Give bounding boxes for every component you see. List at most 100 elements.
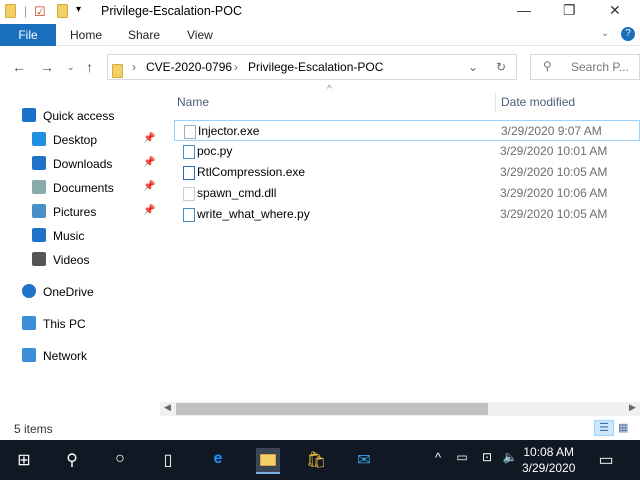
chevron-down-icon[interactable]: ⌄ [468,60,478,74]
show-hidden-icons[interactable]: ^ [428,450,448,470]
properties-icon[interactable]: ☑ [34,4,46,20]
file-name: write_what_where.py [197,207,310,221]
breadcrumb-current[interactable]: Privilege-Escalation-POC [248,60,383,74]
tab-file[interactable]: File [0,24,56,46]
file-date: 3/29/2020 10:01 AM [500,144,608,158]
file-row[interactable]: RtlCompression.exe 3/29/2020 10:05 AM [174,162,640,183]
sidebar-item-videos[interactable]: Videos [0,249,158,271]
tab-share[interactable]: Share [128,28,160,42]
documents-icon [32,180,46,194]
sidebar-item-label: This PC [43,317,86,331]
sidebar-item-desktop[interactable]: Desktop 📌 [0,129,158,151]
large-icons-view-button[interactable]: ▦ [618,421,628,434]
sidebar-item-this-pc[interactable]: This PC [0,313,158,335]
action-center-icon[interactable]: ▭ [596,450,616,470]
expand-ribbon-icon[interactable]: ⌄ [601,28,609,39]
refresh-icon[interactable]: ↻ [496,60,506,74]
sidebar-item-quick-access[interactable]: Quick access [0,105,158,127]
separator: | [24,4,28,18]
download-icon [32,156,46,170]
python-file-icon [183,145,195,159]
volume-icon[interactable]: 🔈 [500,450,520,470]
tab-home[interactable]: Home [70,28,102,42]
address-bar[interactable]: › CVE-2020-0796 › Privilege-Escalation-P… [107,54,517,80]
column-header-date[interactable]: Date modified [501,95,575,109]
network-status-icon[interactable]: ⊡ [477,450,497,470]
file-row[interactable]: spawn_cmd.dll 3/29/2020 10:06 AM [174,183,640,204]
customize-quick-access-icon[interactable]: ▾ [76,4,81,15]
sidebar-item-label: Videos [53,253,90,267]
file-row[interactable]: write_what_where.py 3/29/2020 10:05 AM [174,204,640,225]
sidebar-item-label: Quick access [43,109,115,123]
close-button[interactable]: ✕ [609,2,621,19]
network-icon [22,348,36,362]
task-view-icon[interactable]: ▯ [158,450,178,470]
sidebar-item-network[interactable]: Network [0,345,158,367]
sidebar-item-label: Network [43,349,88,363]
sidebar-item-label: Music [53,229,85,243]
file-row[interactable]: Injector.exe 3/29/2020 9:07 AM [174,120,640,141]
title-bar: | ☑ ▾ Privilege-Escalation-POC — ❐ ✕ [0,0,640,24]
sidebar-item-downloads[interactable]: Downloads 📌 [0,153,158,175]
forward-button[interactable]: → [40,59,54,75]
file-name: Injector.exe [198,124,260,138]
sidebar-item-label: OneDrive [43,285,94,299]
file-date: 3/29/2020 9:07 AM [501,124,602,138]
chevron-right-icon: › [234,60,238,74]
chevron-right-icon: › [132,60,136,74]
column-header-name[interactable]: Name [177,95,209,109]
store-icon[interactable]: 🛍 [306,450,326,470]
search-icon[interactable]: ⚲ [62,450,82,470]
up-button[interactable]: ↑ [86,59,93,75]
column-divider[interactable] [495,92,496,112]
pin-icon[interactable]: 📌 [143,181,155,192]
details-view-button[interactable]: ☰ [594,420,614,436]
scrollbar-thumb[interactable] [176,403,488,415]
restore-button[interactable]: ❐ [563,2,576,19]
scroll-right-icon[interactable]: ▶ [629,402,636,413]
file-explorer-taskbar-icon[interactable] [256,448,280,474]
pictures-icon [32,204,46,218]
file-name: spawn_cmd.dll [197,186,277,200]
computer-icon [22,316,36,330]
folder-icon [5,4,16,21]
sidebar-item-label: Downloads [53,157,113,171]
tab-view[interactable]: View [187,28,213,42]
clock[interactable]: 10:08 AM 3/29/2020 [522,444,575,476]
file-date: 3/29/2020 10:05 AM [500,165,608,179]
file-name: RtlCompression.exe [197,165,306,179]
file-date: 3/29/2020 10:05 AM [500,207,608,221]
pin-icon[interactable]: 📌 [143,205,155,216]
battery-icon[interactable]: ▭ [452,450,472,470]
horizontal-scrollbar[interactable]: ◀ ▶ [160,402,640,416]
exe-injector-icon [184,125,196,139]
pin-icon[interactable]: 📌 [143,157,155,168]
sidebar-item-music[interactable]: Music [0,225,158,247]
file-row[interactable]: poc.py 3/29/2020 10:01 AM [174,141,640,162]
navigation-pane: Quick access Desktop 📌 Downloads 📌 Documents 📌… [0,95,158,415]
search-input[interactable]: ⚲ Search P... [530,54,640,80]
file-date: 3/29/2020 10:06 AM [500,186,608,200]
scroll-left-icon[interactable]: ◀ [164,402,171,413]
exe-window-icon [183,166,195,180]
back-button[interactable]: ← [12,59,26,75]
sidebar-item-pictures[interactable]: Pictures 📌 [0,201,158,223]
sidebar-item-label: Desktop [53,133,98,147]
recent-locations-icon[interactable]: ⌄ [67,62,75,73]
sort-ascending-icon: ^ [327,84,332,95]
videos-icon [32,252,46,266]
taskbar: ⊞ ⚲ ○ ▯ e 🛍 ✉ ^ ▭ ⊡ 🔈 10:08 AM 3/29/2020 … [0,440,640,480]
help-icon[interactable]: ? [621,27,635,41]
sidebar-item-documents[interactable]: Documents 📌 [0,177,158,199]
breadcrumb-cve[interactable]: CVE-2020-0796 [146,60,232,74]
edge-icon[interactable]: e [208,450,228,470]
search-icon: ⚲ [543,59,552,73]
new-folder-icon[interactable] [57,4,68,21]
cortana-icon[interactable]: ○ [110,450,130,470]
sidebar-item-label: Pictures [53,205,97,219]
sidebar-item-onedrive[interactable]: OneDrive [0,281,158,303]
windows-start-icon[interactable]: ⊞ [14,450,34,470]
pin-icon[interactable]: 📌 [143,133,155,144]
mail-icon[interactable]: ✉ [354,450,374,470]
minimize-button[interactable]: — [517,2,531,18]
